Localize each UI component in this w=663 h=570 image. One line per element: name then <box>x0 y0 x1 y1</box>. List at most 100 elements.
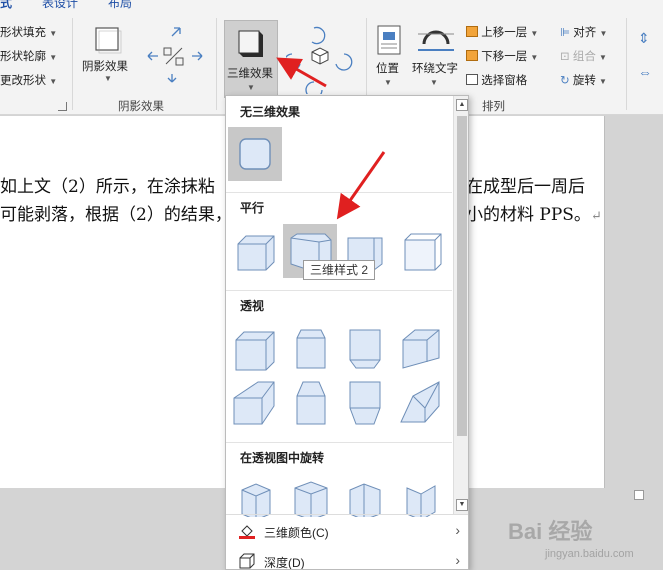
scroll-up-icon[interactable]: ▲ <box>456 99 468 111</box>
cube-icon <box>402 329 440 369</box>
align-button[interactable]: ⊫ 对齐 ▼ <box>560 24 607 40</box>
no-3d-icon <box>239 138 271 170</box>
section-perspective: 透视 <box>226 294 452 318</box>
depth-icon <box>239 553 255 569</box>
bring-forward-label: 上移一层 <box>481 27 528 39</box>
perspective-tile-2[interactable] <box>283 322 337 376</box>
bring-forward-button[interactable]: 上移一层 ▼ <box>466 24 538 40</box>
ribbon-separator <box>626 18 627 110</box>
tab-format[interactable]: 式 <box>0 0 12 10</box>
cube-icon <box>349 381 381 425</box>
parallel-tile-4[interactable] <box>393 224 447 278</box>
position-button[interactable]: 位置 ▼ <box>372 24 408 94</box>
gallery-scrollbar[interactable]: ▲ ▼ <box>453 96 468 514</box>
bring-forward-icon <box>466 26 478 37</box>
chevron-down-icon: ▼ <box>104 74 112 83</box>
dialog-launcher-icon[interactable] <box>58 102 67 111</box>
wrap-text-icon <box>418 30 454 51</box>
threed-book-icon <box>238 30 263 57</box>
depth-menu-item[interactable]: 深度(D) › <box>226 547 468 570</box>
cube-icon <box>349 329 381 369</box>
paint-bucket-icon <box>239 525 255 539</box>
chevron-right-icon: › <box>455 522 460 538</box>
perspective-tile-8[interactable] <box>393 376 447 430</box>
shadow-group-label: 阴影效果 <box>118 101 164 113</box>
watermark-url: jingyan.baidu.com <box>545 548 634 560</box>
threed-effect-label: 三维效果 <box>227 68 273 80</box>
shape-outline-button[interactable]: 形状轮廓 ▼ <box>0 48 57 64</box>
height-icon[interactable]: ⇕ <box>638 30 650 47</box>
doc-line-2-left: 可能剥落，根据（2）的结果， <box>0 205 232 225</box>
perspective-tile-4[interactable] <box>393 322 447 376</box>
perspective-tile-7[interactable] <box>338 376 392 430</box>
section-divider <box>226 290 452 291</box>
cube-icon <box>296 329 326 369</box>
selection-pane-label: 选择窗格 <box>481 75 528 87</box>
align-icon: ⊫ <box>560 27 571 39</box>
perspective-tile-6[interactable] <box>283 376 337 430</box>
perspective-tile-3[interactable] <box>338 322 392 376</box>
tab-layout[interactable]: 布局 <box>108 0 132 10</box>
group-label: 组合 <box>572 51 596 63</box>
cube-icon <box>296 381 326 425</box>
width-icon[interactable]: ⇔ <box>638 64 652 80</box>
cube-icon <box>400 381 440 423</box>
ribbon-separator <box>72 18 73 110</box>
section-rotate-perspective: 在透视图中旋转 <box>226 446 452 470</box>
rotate-label: 旋转 <box>572 75 596 87</box>
shape-fill-button[interactable]: 形状填充 ▼ <box>0 24 57 40</box>
doc-line-2-right: 小的材料 PPS。↵ <box>466 205 602 225</box>
section-parallel: 平行 <box>226 196 452 220</box>
change-shape-button[interactable]: 更改形状 ▼ <box>0 72 57 88</box>
align-label: 对齐 <box>573 27 597 39</box>
cube-icon <box>233 381 275 425</box>
threed-effect-button[interactable]: 三维效果 ▼ <box>224 20 278 98</box>
tooltip: 三维样式 2 <box>303 260 376 280</box>
cube-icon <box>404 233 442 271</box>
section-divider <box>226 442 452 443</box>
group-button[interactable]: ⊡ 组合 ▼ <box>560 48 607 64</box>
group-icon: ⊡ <box>560 51 570 63</box>
arrange-group-label: 排列 <box>482 101 505 113</box>
scroll-down-icon[interactable]: ▼ <box>456 499 468 511</box>
shape-outline-label: 形状轮廓 <box>0 51 46 63</box>
send-backward-label: 下移一层 <box>481 51 528 63</box>
send-backward-button[interactable]: 下移一层 ▼ <box>466 48 538 64</box>
threed-color-menu-item[interactable]: 三维颜色(C) › <box>226 517 468 545</box>
ribbon-separator <box>216 18 217 110</box>
menu-divider <box>226 514 468 515</box>
doc-line-1-left: 如上文（2）所示，在涂抹粘 <box>0 177 215 197</box>
margin-marker <box>634 490 644 500</box>
selection-pane-icon <box>466 74 478 85</box>
depth-label: 深度(D) <box>264 556 305 570</box>
page-edge <box>604 116 605 488</box>
chevron-down-icon: ▼ <box>384 78 392 87</box>
perspective-tile-5[interactable] <box>228 376 282 430</box>
send-backward-icon <box>466 50 478 61</box>
shadow-effect-button[interactable]: 阴影效果 ▼ <box>80 24 136 86</box>
section-divider <box>226 192 452 193</box>
scroll-thumb[interactable] <box>457 116 467 436</box>
doc-line-1-right: 在成型后一周后 <box>466 177 585 197</box>
chevron-down-icon: ▼ <box>247 83 255 92</box>
wrap-text-button[interactable]: 环绕文字 ▼ <box>410 24 462 94</box>
threed-color-label: 三维颜色(C) <box>264 526 329 540</box>
tab-table-design[interactable]: 表设计 <box>42 0 78 10</box>
selection-pane-button[interactable]: 选择窗格 <box>466 72 527 88</box>
parallel-tile-1[interactable] <box>228 224 282 278</box>
cube-icon <box>235 331 275 371</box>
watermark-logo: Bai 经验 <box>508 519 593 544</box>
cube-icon <box>237 235 275 271</box>
position-label: 位置 <box>376 63 399 75</box>
shape-fill-label: 形状填充 <box>0 27 46 39</box>
chevron-down-icon: ▼ <box>430 78 438 87</box>
position-icon <box>377 25 401 55</box>
tab-bar: 式 表设计 布局 <box>0 0 663 10</box>
no-3d-tile[interactable] <box>228 127 282 181</box>
perspective-tile-1[interactable] <box>228 322 282 376</box>
rotate-icon: ↻ <box>560 75 570 87</box>
threed-effects-gallery: ▲ ▼ 无三维效果 平行 三维样式 2 透视 在透视图中旋转 三维颜色(C) ›… <box>225 95 469 570</box>
threed-tilt-icons[interactable] <box>286 24 354 94</box>
rotate-button[interactable]: ↻ 旋转 ▼ <box>560 72 607 88</box>
nudge-shadow-icons[interactable] <box>142 26 212 88</box>
